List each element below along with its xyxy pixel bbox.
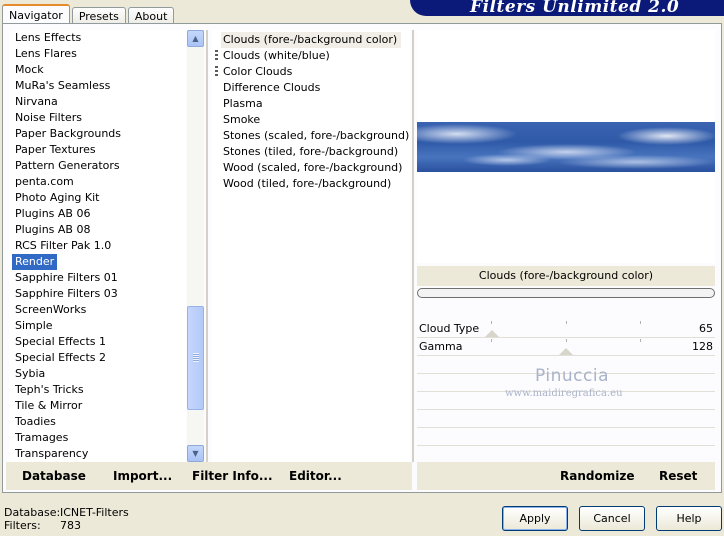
category-item[interactable]: Plugins AB 08	[12, 222, 93, 238]
slider-tick	[491, 339, 492, 342]
apply-button[interactable]: Apply	[502, 506, 568, 531]
filter-item[interactable]: Color Clouds	[221, 64, 294, 80]
tab-strip: Navigator Presets About	[2, 4, 176, 24]
tab-about[interactable]: About	[127, 7, 175, 24]
divider	[206, 30, 208, 462]
category-item[interactable]: Sapphire Filters 03	[12, 286, 121, 302]
tab-presets[interactable]: Presets	[71, 7, 126, 24]
filter-item[interactable]: Wood (tiled, fore-/background)	[221, 176, 393, 192]
category-item[interactable]: Photo Aging Kit	[12, 190, 102, 206]
scroll-up-button[interactable]: ▲	[187, 30, 204, 47]
left-toolbar: Database Import... Filter Info... Editor…	[6, 462, 412, 490]
grip-icon	[215, 66, 218, 78]
category-item[interactable]: MuRa's Seamless	[12, 78, 113, 94]
grip-icon	[193, 353, 199, 362]
category-item[interactable]: Mock	[12, 62, 47, 78]
chevron-down-icon: ▼	[192, 449, 199, 458]
cancel-button[interactable]: Cancel	[579, 506, 645, 531]
category-item[interactable]: penta.com	[12, 174, 77, 190]
category-list[interactable]: Lens Effects Lens Flares Mock MuRa's Seamle…	[10, 30, 186, 462]
brand-banner: Filters Unlimited 2.0	[410, 0, 724, 16]
category-item[interactable]: ScreenWorks	[12, 302, 89, 318]
watermark-title: Pinuccia	[535, 366, 609, 386]
category-item[interactable]: Toadies	[12, 414, 59, 430]
grip-icon	[215, 50, 218, 62]
filters-count: 783	[60, 519, 81, 532]
filter-item[interactable]: Clouds (white/blue)	[221, 48, 332, 64]
database-value: ICNET-Filters	[60, 506, 129, 519]
empty-param-row	[417, 429, 715, 446]
chevron-up-icon: ▲	[192, 34, 199, 43]
category-item[interactable]: Simple	[12, 318, 56, 334]
database-button[interactable]: Database	[22, 462, 86, 490]
category-item[interactable]: Tile & Mirror	[12, 398, 85, 414]
slider-tick	[566, 321, 567, 324]
filters-label: Filters:	[4, 519, 41, 532]
filter-item[interactable]: Wood (scaled, fore-/background)	[221, 160, 404, 176]
param-value: 65	[699, 322, 713, 335]
category-item[interactable]: Special Effects 2	[12, 350, 109, 366]
param-label: Gamma	[419, 340, 463, 353]
filter-info-button[interactable]: Filter Info...	[192, 462, 273, 490]
preview-area	[417, 30, 715, 263]
category-item[interactable]: Sybia	[12, 366, 48, 382]
category-scrollbar[interactable]: ▲ ▼	[187, 30, 204, 462]
category-item[interactable]: Plugins AB 06	[12, 206, 93, 222]
preview-image	[417, 122, 715, 172]
slider-tick	[640, 339, 641, 342]
status-info: Database: ICNET-Filters Filters: 783	[4, 506, 129, 532]
scroll-down-button[interactable]: ▼	[187, 445, 204, 462]
category-item[interactable]: Render	[12, 254, 58, 270]
filter-item[interactable]: Smoke	[221, 112, 262, 128]
slider-tick	[640, 321, 641, 324]
import-button[interactable]: Import...	[113, 462, 172, 490]
editor-button[interactable]: Editor...	[289, 462, 342, 490]
tab-navigator[interactable]: Navigator	[2, 4, 70, 24]
param-value: 128	[692, 340, 713, 353]
selected-filter-name: Clouds (fore-/background color)	[417, 266, 715, 286]
progress-bar	[417, 288, 715, 298]
category-item[interactable]: Transparency	[12, 446, 91, 462]
category-item[interactable]: Special Effects 1	[12, 334, 109, 350]
category-item[interactable]: Lens Effects	[12, 30, 84, 46]
param-label: Cloud Type	[419, 322, 480, 335]
filter-item[interactable]: Plasma	[221, 96, 265, 112]
app-title: Filters Unlimited 2.0	[470, 0, 680, 16]
empty-param-row	[417, 411, 715, 428]
reset-button[interactable]: Reset	[659, 462, 697, 490]
database-label: Database:	[4, 506, 61, 519]
slider-tick	[566, 339, 567, 342]
watermark-url: www.maidiregrafica.eu	[505, 388, 623, 399]
category-item[interactable]: Paper Backgrounds	[12, 126, 124, 142]
category-item[interactable]: Sapphire Filters 01	[12, 270, 121, 286]
category-item[interactable]: Nirvana	[12, 94, 61, 110]
filter-item[interactable]: Difference Clouds	[221, 80, 322, 96]
category-item[interactable]: Paper Textures	[12, 142, 99, 158]
randomize-button[interactable]: Randomize	[560, 462, 634, 490]
filter-item[interactable]: Clouds (fore-/background color)	[221, 32, 402, 48]
right-toolbar: Randomize Reset	[417, 462, 715, 490]
category-item[interactable]: RCS Filter Pak 1.0	[12, 238, 114, 254]
category-item[interactable]: Lens Flares	[12, 46, 80, 62]
scroll-thumb[interactable]	[187, 306, 204, 410]
slider-thumb[interactable]	[485, 330, 499, 337]
filter-item[interactable]: Stones (scaled, fore-/background)	[221, 128, 411, 144]
divider	[412, 30, 414, 462]
category-item[interactable]: Teph's Tricks	[12, 382, 87, 398]
slider-cloud-type[interactable]: Cloud Type 65	[417, 321, 715, 338]
category-item[interactable]: Noise Filters	[12, 110, 85, 126]
filter-item[interactable]: Stones (tiled, fore-/background)	[221, 144, 400, 160]
filter-list[interactable]: Clouds (fore-/background color) Clouds (w…	[212, 30, 410, 462]
help-button[interactable]: Help	[656, 506, 722, 531]
slider-tick	[491, 321, 492, 324]
slider-gamma[interactable]: Gamma 128	[417, 339, 715, 356]
category-item[interactable]: Tramages	[12, 430, 71, 446]
slider-thumb[interactable]	[559, 348, 573, 355]
category-item[interactable]: Pattern Generators	[12, 158, 123, 174]
